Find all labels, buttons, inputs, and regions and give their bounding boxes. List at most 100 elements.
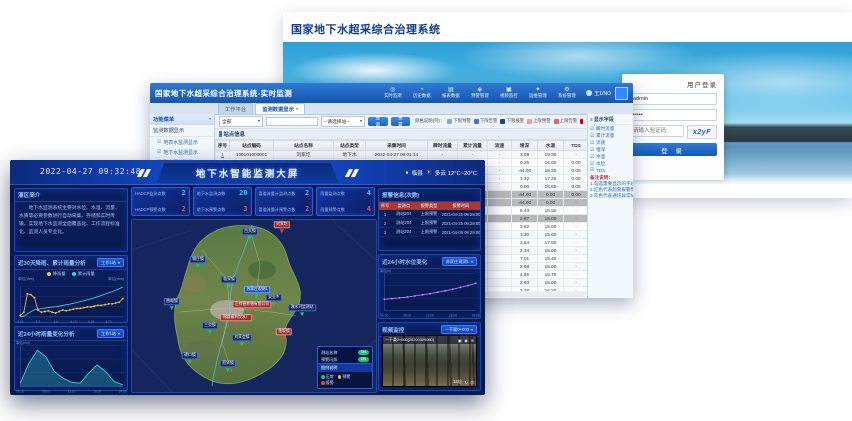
column-header[interactable]: 累计流量 [458, 141, 488, 151]
column-header[interactable]: 水温 [538, 141, 564, 151]
marker-pin-icon [300, 312, 304, 318]
checkbox-icon[interactable]: ☑ [590, 148, 594, 153]
checkbox-icon[interactable]: ☑ [157, 140, 161, 145]
color-legend-item: 上限报警 [580, 118, 583, 124]
table-cell: - [564, 247, 588, 255]
rain30-station-select[interactable]: 工作1站 ▾ [97, 258, 124, 267]
map-marker[interactable]: 刘家会镇 [232, 334, 252, 348]
map-marker[interactable]: 三交镇 [202, 322, 218, 336]
checkbox-icon[interactable]: ☑ [590, 127, 594, 132]
map-marker[interactable]: 碛口镇 [182, 352, 198, 366]
nav-item[interactable]: ⚙ 系统管理 [552, 87, 581, 98]
checkbox-icon[interactable]: ☑ [590, 162, 594, 167]
video-channel-select[interactable]: 一干渠0+000 ▾ [441, 325, 477, 334]
tab-close-icon[interactable]: × [296, 107, 298, 111]
map-marker[interactable]: 安业乡 [266, 294, 282, 308]
nav-item[interactable]: ▤ 报表数据 [436, 87, 465, 98]
record-icon[interactable]: ◉ [464, 338, 468, 343]
fullscreen-icon[interactable]: ⊡ [470, 380, 474, 385]
alarm-cell: 测站204 [391, 219, 416, 228]
clock: 2022-04-27 09:32:48 [40, 167, 141, 176]
field-checkbox-item[interactable]: ☑ 瞬时流量 [590, 125, 631, 132]
sidebar-group[interactable]: 监测数据显示 [150, 125, 214, 137]
nav-item[interactable]: ◎ 实时监测 [378, 87, 407, 98]
nav-item[interactable]: ◈ 预警管理 [465, 87, 494, 98]
rain24-station-select[interactable]: 工作1站 ▾ [97, 329, 124, 338]
field-checkbox-item[interactable]: ☑ 流速 [590, 139, 631, 146]
fields-panel: ≡ 显示字段 ☑ 瞬时流量 ☑ 累计流量 [587, 114, 633, 298]
nav-item[interactable]: ✦ 运维管理 [523, 87, 552, 98]
map-marker[interactable]: 兔坂镇 [276, 328, 292, 342]
map-marker[interactable]: 白文镇 [242, 228, 258, 242]
water-level-station-select[interactable]: 苏家庄观测1 ▾ [442, 257, 477, 266]
column-header[interactable]: TDS [564, 141, 588, 151]
collapse-icon[interactable]: « [209, 117, 211, 121]
column-header[interactable]: 站点类型 [334, 141, 366, 151]
skin-button[interactable] [615, 87, 628, 100]
station-select[interactable]: --请选择站-- ▾ [321, 116, 365, 127]
column-header[interactable]: 埋深 [512, 141, 538, 151]
column-header[interactable]: 瞬时流量 [428, 141, 458, 151]
checkbox-icon[interactable]: ☑ [157, 150, 161, 155]
nav-item[interactable]: ▣ 视频监控 [494, 87, 523, 98]
kpi-label: 管道流量计监测点数 [259, 191, 296, 197]
marker-pin-icon [282, 336, 286, 342]
user-menu[interactable]: 王1/NO [586, 90, 611, 97]
map-marker[interactable]: 临泉镇 [221, 276, 237, 290]
table-cell: 2.93 [512, 279, 538, 287]
toggle-switch[interactable]: ON [358, 357, 369, 362]
column-header[interactable]: 采集时间 [366, 141, 428, 151]
alarm-row[interactable]: 1测站204上限预警2021-04-25 09:28:00 [379, 210, 480, 219]
sidebar-item[interactable]: ☑ 地表水监测显示 [150, 137, 214, 147]
map-marker[interactable]: 刘家圪 [274, 221, 290, 235]
rotate-icon[interactable]: ↻ [464, 380, 468, 385]
column-header[interactable]: 序号 [216, 141, 230, 151]
field-checkbox-item[interactable]: ☑ 累计流量 [590, 132, 631, 139]
field-checkbox-item[interactable]: ☑ 埋深 [590, 146, 631, 153]
search-button[interactable]: 查询 [368, 117, 388, 126]
captcha-image[interactable]: x2yF [687, 125, 717, 139]
nav-item[interactable]: ◔ 历史数据 [407, 87, 436, 98]
captcha-input[interactable] [629, 125, 684, 137]
column-header[interactable]: 站点编码 [230, 141, 274, 151]
field-checkbox-item[interactable]: ☑ 水温 [590, 153, 631, 160]
alarm-row[interactable]: 2测站204上限预警2021-04-25 09:28:00 [379, 219, 480, 228]
column-header[interactable]: 流速 [488, 141, 512, 151]
login-button[interactable]: 登 录 [629, 143, 717, 156]
sidebar-item[interactable]: ☑ 地下水监测显示 [150, 147, 214, 157]
checkbox-icon[interactable]: ☑ [590, 134, 594, 139]
zoom-in-icon[interactable]: ⊕ [470, 338, 474, 343]
checkbox-icon[interactable]: ☑ [590, 168, 594, 173]
username-field[interactable] [629, 93, 717, 105]
tab-workbench[interactable]: 工作平台 [218, 103, 253, 114]
field-checkbox-item[interactable]: ☑ TDS [590, 167, 631, 173]
chevron-down-icon: ▾ [471, 260, 473, 264]
alarm-row[interactable]: 3测站204上限预警2021-04-09 09:28:00 [379, 228, 480, 237]
field-checkbox-item[interactable]: ☑ 水位 [590, 160, 631, 167]
map-marker[interactable]: 招贤镇 [220, 360, 236, 374]
snapshot-icon[interactable]: ▣ [458, 338, 462, 343]
map-marker[interactable]: 城庄镇 [190, 256, 206, 270]
titlebar: 国家地下水超采综合治理系统-实时监测 ◎ 实时监测 ◔ 历史数据 ▤ [150, 83, 633, 103]
video-feed[interactable]: 一干渠0+000(20200329060) ▣ ◉ ⊕ 16倍 ↻ ⊡ [382, 335, 477, 387]
map-marker[interactable]: 曲峪镇 [164, 298, 180, 312]
decor-slash-left [136, 169, 144, 177]
checkbox-icon[interactable]: ☑ [590, 141, 594, 146]
rain30-legend: 降雨量 累计雨量 [15, 270, 127, 277]
station-table-row[interactable]: 1100101000001刘家圪地下水2022-04-27 08:01:14--… [216, 151, 588, 159]
tab-monitor-data[interactable]: 监测数据显示 × [255, 103, 305, 114]
map-marker[interactable]: 湫水河监测站 [288, 304, 316, 318]
keyword-input[interactable] [266, 117, 318, 126]
map-container[interactable]: 白文镇 刘家圪 城庄镇 曲峪镇 [131, 219, 377, 393]
marker-pin-icon [240, 342, 244, 348]
toggle-switch[interactable]: ON [358, 350, 369, 355]
reset-button[interactable]: 重置 [391, 117, 411, 126]
type-select[interactable]: 全部 ▾ [219, 116, 263, 127]
password-field[interactable] [629, 109, 717, 121]
alarm-cell: 上限预警 [416, 219, 441, 228]
color-legend-item: 上限告警 [554, 118, 578, 124]
checkbox-icon[interactable]: ☑ [590, 155, 594, 160]
sun-icon: ☀ [426, 169, 431, 176]
column-header[interactable]: 站点名称 [274, 141, 334, 151]
map-marker[interactable]: 锦圆福利饮水厂 [220, 314, 252, 328]
